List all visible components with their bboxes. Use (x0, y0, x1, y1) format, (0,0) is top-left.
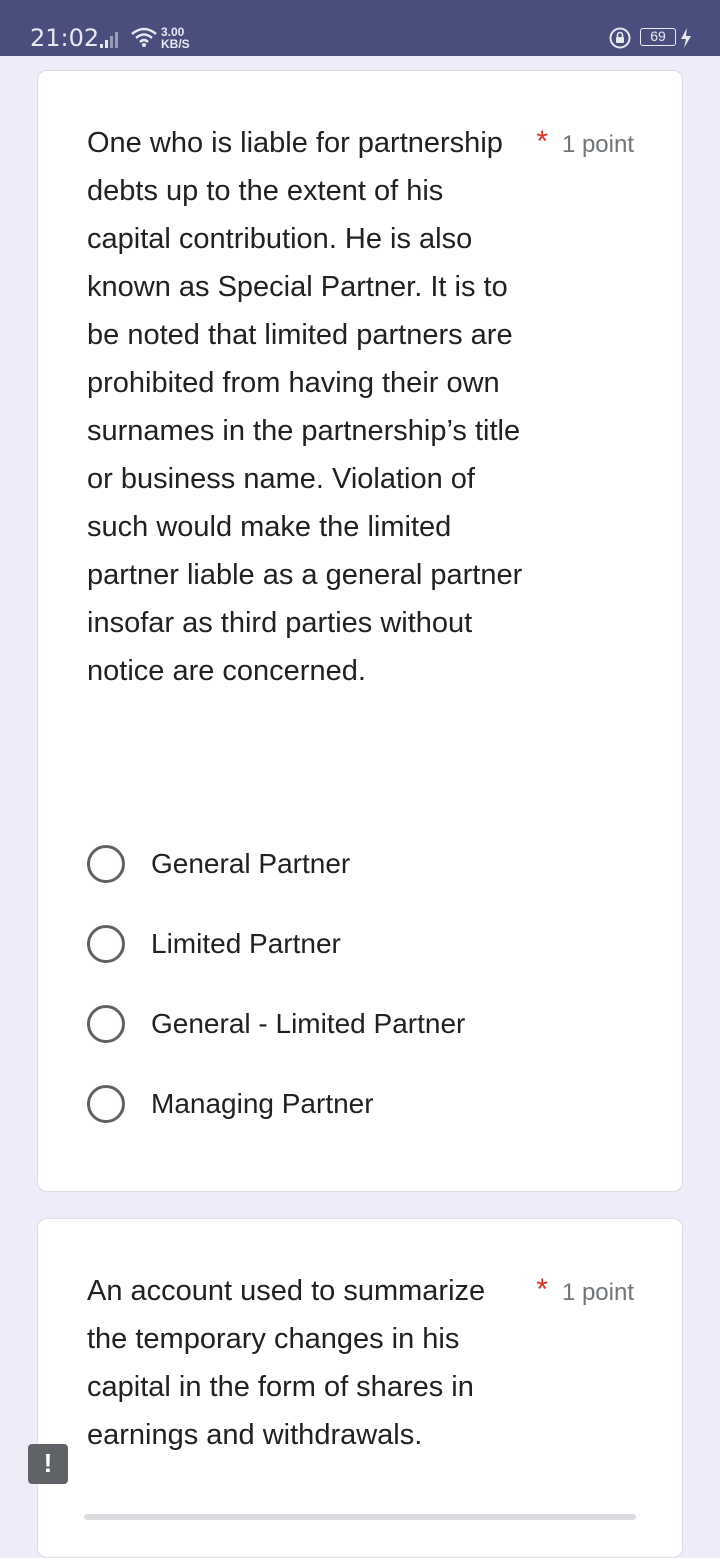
network-speed-unit: KB/S (161, 37, 190, 51)
battery-icon: 69 (640, 28, 676, 46)
question-card: An account used to summarize the tempora… (37, 1218, 683, 1558)
required-asterisk: * (536, 1273, 548, 1306)
option-general-limited-partner[interactable]: General - Limited Partner (87, 1002, 465, 1046)
points-label: 1 point (561, 1279, 634, 1306)
clock: 21:02 (30, 24, 100, 52)
option-label: Managing Partner (151, 1088, 374, 1119)
radio-button[interactable] (87, 1005, 125, 1043)
option-label: Limited Partner (151, 928, 341, 959)
option-label: General - Limited Partner (151, 1008, 466, 1039)
report-abuse-button[interactable]: ! (28, 1444, 68, 1484)
option-managing-partner[interactable]: Managing Partner (87, 1082, 374, 1126)
radio-button[interactable] (87, 845, 125, 883)
radio-button[interactable] (87, 925, 125, 963)
option-limited-partner[interactable]: Limited Partner (87, 922, 341, 966)
option-general-partner[interactable]: General Partner (87, 842, 350, 886)
required-asterisk: * (536, 125, 548, 158)
wifi-icon (131, 27, 157, 47)
question-text: An account used to summarize the tempora… (87, 1275, 486, 1451)
rotation-lock-icon (609, 27, 631, 49)
signal-icon (100, 32, 118, 48)
points-label: 1 point (561, 131, 634, 158)
charging-icon (681, 28, 691, 48)
grid-header-edge (84, 1514, 636, 1520)
question-text: One who is liable for partnership debts … (87, 127, 523, 687)
radio-button[interactable] (87, 1085, 125, 1123)
status-bar: 21:02 3.00 KB/S 69 (0, 0, 720, 56)
option-label: General Partner (151, 848, 351, 879)
question-card: One who is liable for partnership debts … (37, 70, 683, 1192)
network-speed: 3.00 KB/S (161, 26, 190, 50)
